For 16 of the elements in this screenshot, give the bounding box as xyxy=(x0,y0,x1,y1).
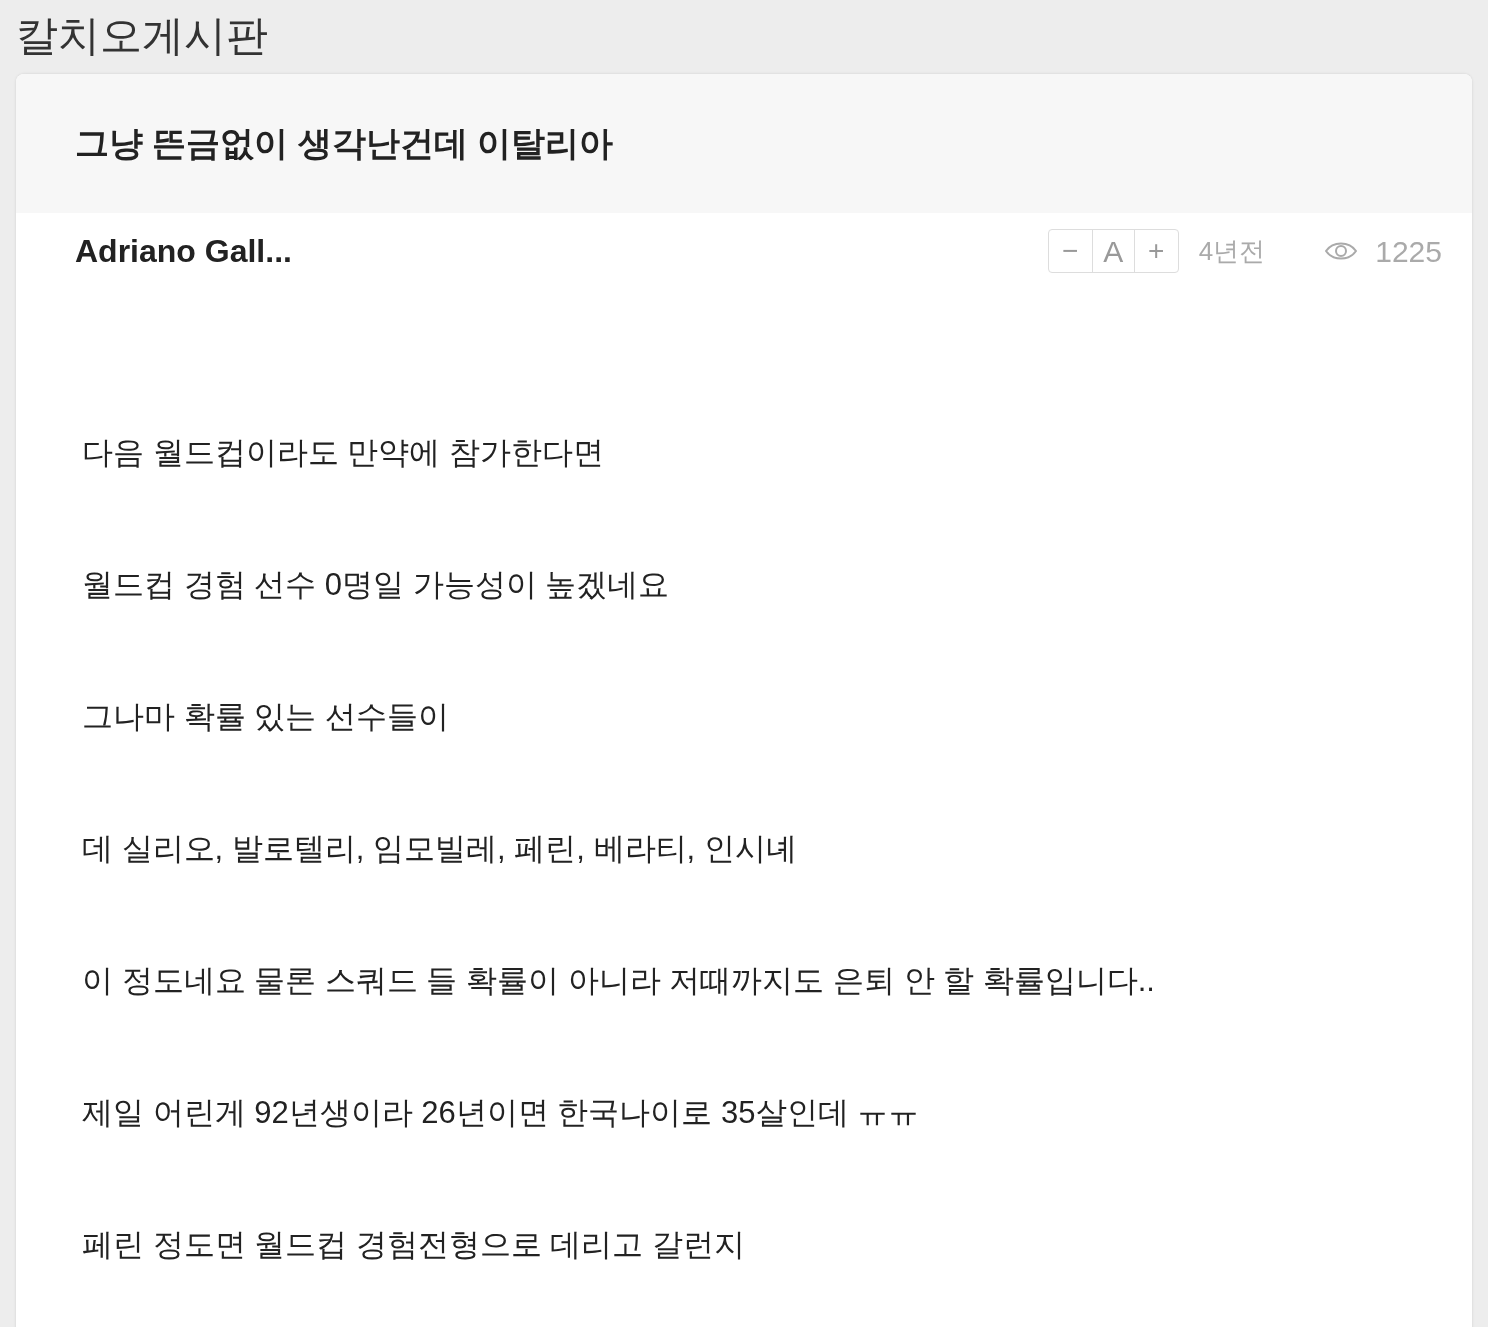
decrease-font-button[interactable]: − xyxy=(1048,230,1092,272)
font-size-button[interactable]: A xyxy=(1091,230,1135,272)
post-title: 그냥 뜬금없이 생각난건데 이탈리아 xyxy=(75,123,614,164)
post-paragraph: 이 정도네요 물론 스쿼드 들 확률이 아니라 저때까지도 은퇴 안 할 확률입니다.. xyxy=(82,962,1155,1000)
post-paragraph: 다음 월드컵이라도 만약에 참가한다면 xyxy=(82,434,604,472)
post-paragraph: 데 실리오, 발로텔리, 임모빌레, 페린, 베라티, 인시녜 xyxy=(82,830,797,868)
post-paragraph: 제일 어린게 92년생이라 26년이면 한국나이로 35살인데 ㅠㅠ xyxy=(82,1094,920,1132)
increase-font-button[interactable]: + xyxy=(1134,230,1178,272)
views-icon xyxy=(1325,240,1358,262)
post-paragraph: 그나마 확률 있는 선수들이 xyxy=(82,698,449,736)
post-time: 4년전 xyxy=(1198,234,1266,268)
view-count: 1225 xyxy=(1375,233,1442,270)
post-paragraph: 월드컵 경험 선수 0명일 가능성이 높겠네요 xyxy=(82,566,670,604)
post-paragraph: 페린 정도면 월드컵 경험전형으로 데리고 갈런지 xyxy=(82,1226,746,1264)
author-name[interactable]: Adriano Gall... xyxy=(75,227,292,275)
board-title: 칼치오게시판 xyxy=(16,11,268,61)
